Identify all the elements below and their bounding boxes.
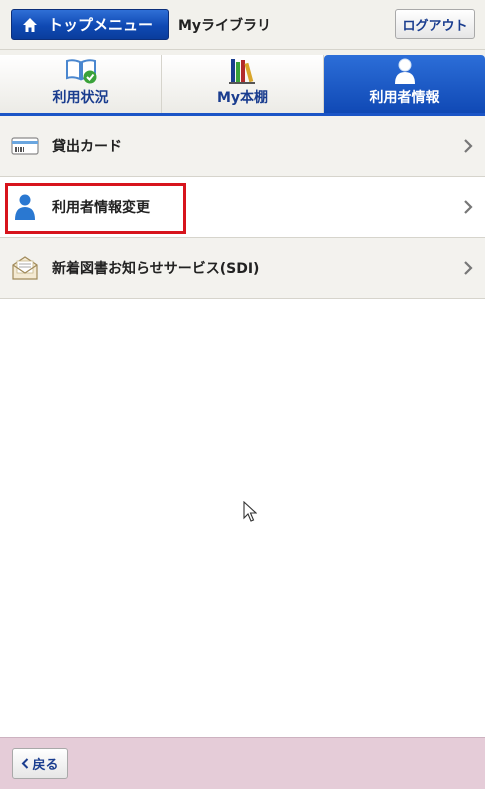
page-title: Myライブラリ xyxy=(178,18,272,34)
tab-label: 利用状況 xyxy=(52,90,109,106)
tab-usage-status[interactable]: 利用状況 xyxy=(0,55,162,113)
tab-my-bookshelf[interactable]: My本棚 xyxy=(162,55,324,113)
top-menu-label: トップメニュー xyxy=(48,16,154,34)
menu-list: 貸出カード 利用者情報変更 新着図書お知らせサービス(SDI) xyxy=(0,116,485,299)
logout-button[interactable]: ログアウト xyxy=(395,9,475,39)
chevron-right-icon xyxy=(464,200,473,214)
tab-label: My本棚 xyxy=(216,90,269,106)
tab-bar: 利用状況 My本棚 利用者情報 xyxy=(0,50,485,116)
back-button[interactable]: 戻る xyxy=(12,748,68,779)
menu-item-lending-card[interactable]: 貸出カード xyxy=(0,116,485,177)
back-label: 戻る xyxy=(32,758,59,773)
menu-item-label: 貸出カード xyxy=(52,139,122,155)
menu-item-label: 新着図書お知らせサービス(SDI) xyxy=(52,261,260,277)
user-icon xyxy=(394,58,415,84)
mail-icon xyxy=(12,256,38,280)
footer: 戻る xyxy=(0,737,485,789)
tab-label: 利用者情報 xyxy=(369,90,440,106)
menu-item-sdi-service[interactable]: 新着図書お知らせサービス(SDI) xyxy=(0,238,485,299)
top-menu-button[interactable]: トップメニュー xyxy=(11,9,169,40)
home-icon xyxy=(23,17,37,32)
header: トップメニュー Myライブラリ ログアウト xyxy=(0,0,485,50)
card-icon xyxy=(11,137,39,155)
book-check-icon xyxy=(65,59,96,84)
chevron-right-icon xyxy=(464,261,473,275)
chevron-left-icon xyxy=(22,758,29,769)
bookshelf-icon xyxy=(228,59,255,84)
menu-item-label: 利用者情報変更 xyxy=(52,200,150,216)
user-icon xyxy=(15,194,35,220)
tab-user-info[interactable]: 利用者情報 xyxy=(324,55,485,113)
menu-item-change-user-info[interactable]: 利用者情報変更 xyxy=(0,177,485,238)
chevron-right-icon xyxy=(464,139,473,153)
mouse-cursor-icon xyxy=(243,501,257,522)
